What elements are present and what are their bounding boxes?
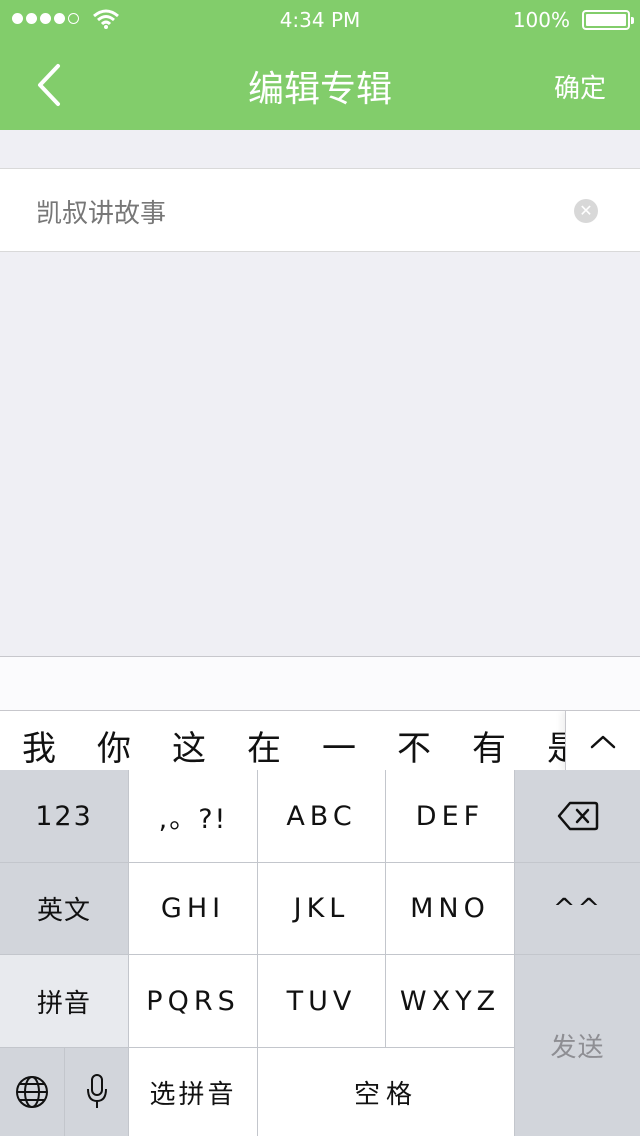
globe-button[interactable] [0,1048,64,1136]
microphone-icon [86,1074,107,1108]
backspace-icon [557,801,598,831]
key-mno[interactable]: MNO [386,863,514,954]
key-pinyin[interactable]: 拼音 [0,955,128,1047]
album-name-input[interactable]: 凯叔讲故事 [36,193,166,230]
key-label: ,。?! [158,803,228,835]
confirm-button[interactable]: 确定 [554,68,606,105]
key-label: 选拼音 [149,1079,237,1110]
key-label: MNO [410,893,490,924]
status-bar: 4:34 PM 100% [0,0,640,40]
key-label: ^^ [552,893,603,924]
backspace-button[interactable] [515,770,640,862]
candidate-word[interactable]: 有 [472,721,506,770]
key-label: TUV [286,985,357,1017]
nav-bar: 编辑专辑 确定 [0,40,640,130]
key-label: GHI [160,893,226,924]
candidate-bar: 我 你 这 在 一 不 有 是 [0,710,640,771]
key-label: PQRS [146,985,240,1017]
keyboard: 123 ,。?! ABC DEF 英文 GHI JKL MNO ^^ 拼音 PQ… [0,770,640,1136]
key-def[interactable]: DEF [386,770,514,862]
keyboard-input-strip [0,656,640,711]
key-123[interactable]: 123 [0,770,128,862]
expand-candidates-button[interactable] [565,711,640,771]
key-label: 英文 [36,896,91,926]
key-jkl[interactable]: JKL [258,863,385,954]
key-label: JKL [293,893,350,924]
candidate-word[interactable]: 你 [97,721,131,770]
key-label: 拼音 [36,988,91,1019]
send-button[interactable]: 发送 [515,955,640,1136]
key-tuv[interactable]: TUV [258,955,385,1047]
battery-icon [582,10,634,30]
key-label: WXYZ [399,985,501,1017]
space-key[interactable]: 空格 [258,1048,514,1136]
clear-icon[interactable]: ✕ [574,199,598,223]
page-title: 编辑专辑 [247,69,392,110]
candidate-word[interactable]: 我 [22,721,56,770]
key-label: ABC [286,800,357,832]
key-emoticon[interactable]: ^^ [515,863,640,954]
key-label: DEF [415,800,485,832]
candidate-word[interactable]: 在 [247,721,281,770]
candidate-word[interactable]: 这 [172,721,206,770]
key-punctuation[interactable]: ,。?! [129,770,257,862]
key-select-pinyin[interactable]: 选拼音 [129,1048,257,1136]
key-label: 123 [35,800,93,832]
globe-icon [16,1076,48,1108]
key-label: 空格 [353,1079,418,1110]
key-ghi[interactable]: GHI [129,863,257,954]
battery-percent: 100% [512,8,570,32]
key-wxyz[interactable]: WXYZ [386,955,514,1047]
album-name-field[interactable]: 凯叔讲故事 ✕ [0,168,640,252]
key-english[interactable]: 英文 [0,863,128,954]
candidate-word[interactable]: 不 [397,721,431,770]
chevron-up-icon [590,735,616,749]
key-label: 发送 [550,1033,605,1063]
key-abc[interactable]: ABC [258,770,385,862]
key-pqrs[interactable]: PQRS [129,955,257,1047]
microphone-button[interactable] [65,1048,128,1136]
candidate-word[interactable]: 一 [322,721,356,770]
